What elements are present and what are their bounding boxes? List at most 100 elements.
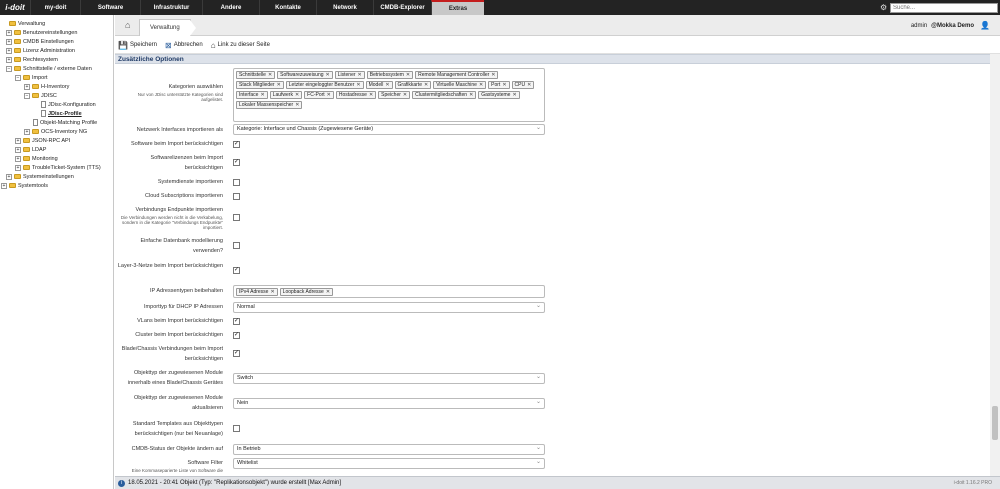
remove-tag-icon[interactable]: ✕ xyxy=(326,289,330,295)
expand-icon[interactable]: + xyxy=(6,47,12,54)
tree-item-import[interactable]: − Import xyxy=(15,73,48,82)
services-checkbox[interactable] xyxy=(233,179,240,186)
collapse-icon[interactable]: − xyxy=(15,74,21,81)
remove-tag-icon[interactable]: ✕ xyxy=(260,92,264,98)
idoit-logo[interactable]: i-doit xyxy=(0,0,30,15)
expand-icon[interactable]: + xyxy=(15,137,21,144)
nav-andere[interactable]: Andere xyxy=(202,0,259,15)
templates-checkbox[interactable] xyxy=(233,425,240,432)
home-icon[interactable]: ⌂ xyxy=(125,20,130,30)
expand-icon[interactable]: + xyxy=(6,29,12,36)
remove-tag-icon[interactable]: ✕ xyxy=(385,82,389,88)
ip-types-multiselect[interactable]: IPv4 Adresse ✕ Loopback Adresse ✕ xyxy=(233,285,545,298)
software-checkbox[interactable]: ✓ xyxy=(233,141,240,148)
user-icon[interactable]: 👤 xyxy=(980,21,990,30)
tree-item-tts[interactable]: + TroubleTicket-System (TTS) xyxy=(15,163,101,172)
endpoints-label: Verbindungs Endpunkte importieren Die Ver… xyxy=(120,207,223,230)
search-input[interactable] xyxy=(890,2,998,13)
remove-tag-icon[interactable]: ✕ xyxy=(326,72,330,78)
tag-chip: Loopback Adresse ✕ xyxy=(279,288,334,296)
scroll-thumb[interactable] xyxy=(992,406,998,440)
nav-software[interactable]: Software xyxy=(80,0,140,15)
remove-tag-icon[interactable]: ✕ xyxy=(527,82,531,88)
expand-icon[interactable]: + xyxy=(6,38,12,45)
tree-item-ocs-inventory[interactable]: + OCS-Inventory NG xyxy=(24,127,87,136)
cloud-label: Cloud Subscriptions importieren xyxy=(145,193,223,199)
remove-tag-icon[interactable]: ✕ xyxy=(358,72,362,78)
sw-filter-select[interactable]: Whitelist xyxy=(233,458,545,469)
expand-icon[interactable]: + xyxy=(6,56,12,63)
database-checkbox[interactable] xyxy=(233,242,240,249)
save-button[interactable]: 💾 Speichern xyxy=(118,41,157,50)
page-scrollbar[interactable] xyxy=(990,54,1000,476)
collapse-icon[interactable]: − xyxy=(24,92,30,99)
tree-item-jdisc-konfiguration[interactable]: JDisc-Konfiguration xyxy=(41,100,96,109)
licenses-label: Softwarelizenzen beim Import berücksicht… xyxy=(150,155,223,171)
dhcp-select[interactable]: Normal xyxy=(233,302,545,313)
cmdb-status-select[interactable]: In Betrieb xyxy=(233,444,545,455)
tree-item-objekt-matching[interactable]: Objekt-Matching Profile xyxy=(33,118,97,127)
expand-icon[interactable]: + xyxy=(15,155,21,162)
remove-tag-icon[interactable]: ✕ xyxy=(295,102,299,108)
nav-extras[interactable]: Extras xyxy=(431,0,484,15)
remove-tag-icon[interactable]: ✕ xyxy=(369,92,373,98)
endpoints-checkbox[interactable] xyxy=(233,214,240,221)
tree-item-verwaltung[interactable]: Verwaltung xyxy=(1,19,45,28)
remove-tag-icon[interactable]: ✕ xyxy=(270,289,274,295)
remove-tag-icon[interactable]: ✕ xyxy=(512,92,516,98)
blade-checkbox[interactable]: ✓ xyxy=(233,350,240,357)
tree-item-monitoring[interactable]: + Monitoring xyxy=(15,154,58,163)
remove-tag-icon[interactable]: ✕ xyxy=(295,92,299,98)
gear-icon[interactable]: ⚙ xyxy=(880,3,890,12)
tree-item-lizenz-administration[interactable]: + Lizenz Administration xyxy=(6,46,75,55)
expand-icon[interactable]: + xyxy=(15,146,21,153)
remove-tag-icon[interactable]: ✕ xyxy=(277,82,281,88)
expand-icon[interactable]: + xyxy=(24,83,30,90)
nav-cmdb-explorer[interactable]: CMDB-Explorer xyxy=(373,0,431,15)
expand-icon[interactable]: + xyxy=(6,173,12,180)
nav-infrastruktur[interactable]: Infrastruktur xyxy=(140,0,202,15)
remove-tag-icon[interactable]: ✕ xyxy=(403,92,407,98)
tree-item-benutzereinstellungen[interactable]: + Benutzereinstellungen xyxy=(6,28,77,37)
collapse-icon[interactable]: − xyxy=(6,65,12,72)
breadcrumb-current[interactable]: Verwaltung xyxy=(139,19,196,36)
tree-item-jdisc[interactable]: − JDISC xyxy=(24,91,57,100)
expand-icon[interactable]: + xyxy=(24,128,30,135)
page-link-button[interactable]: ⌂ Link zu dieser Seite xyxy=(211,41,270,50)
expand-icon[interactable]: + xyxy=(1,182,7,189)
sw-filter-label: Software Filter Eine Kommaseparierte List… xyxy=(131,460,223,473)
cluster-checkbox[interactable]: ✓ xyxy=(233,332,240,339)
remove-tag-icon[interactable]: ✕ xyxy=(479,82,483,88)
remove-tag-icon[interactable]: ✕ xyxy=(327,92,331,98)
tree-item-cmdb-einstellungen[interactable]: + CMDB Einstellungen xyxy=(6,37,74,46)
categories-multiselect[interactable]: Schnittstelle ✕ Softwarezuweisung ✕ Listener… xyxy=(233,68,545,122)
licenses-checkbox[interactable]: ✓ xyxy=(233,159,240,166)
tree-item-json-rpc-api[interactable]: + JSON-RPC API xyxy=(15,136,70,145)
remove-tag-icon[interactable]: ✕ xyxy=(268,72,272,78)
tag-chip: Interface ✕ xyxy=(236,91,268,99)
tree-item-jdisc-profile[interactable]: JDisc-Profile xyxy=(41,109,82,118)
tree-item-rechtesystem[interactable]: + Rechtesystem xyxy=(6,55,58,64)
remove-tag-icon[interactable]: ✕ xyxy=(424,82,428,88)
tree-item-ldap[interactable]: + LDAP xyxy=(15,145,46,154)
network-interfaces-select[interactable]: Kategorie: Interface und Chassis (Zugewi… xyxy=(233,124,545,135)
remove-tag-icon[interactable]: ✕ xyxy=(469,92,473,98)
nav-kontakte[interactable]: Kontakte xyxy=(259,0,316,15)
vlans-checkbox[interactable]: ✓ xyxy=(233,318,240,325)
nav-my-doit[interactable]: my-doit xyxy=(30,0,80,15)
remove-tag-icon[interactable]: ✕ xyxy=(491,72,495,78)
module-type-select[interactable]: Switch xyxy=(233,373,545,384)
module-update-select[interactable]: Nein xyxy=(233,398,545,409)
remove-tag-icon[interactable]: ✕ xyxy=(406,72,410,78)
tree-item-systemtools[interactable]: + Systemtools xyxy=(1,181,48,190)
cloud-checkbox[interactable] xyxy=(233,193,240,200)
tree-item-schnittstelle[interactable]: − Schnittstelle / externe Daten xyxy=(6,64,92,73)
nav-network[interactable]: Network xyxy=(316,0,373,15)
expand-icon[interactable]: + xyxy=(15,164,21,171)
cancel-button[interactable]: ⊠ Abbrechen xyxy=(165,41,203,50)
tree-item-systemeinstellungen[interactable]: + Systemeinstellungen xyxy=(6,172,74,181)
remove-tag-icon[interactable]: ✕ xyxy=(502,82,506,88)
tree-item-h-inventory[interactable]: + H-Inventory xyxy=(24,82,69,91)
layer3-checkbox[interactable]: ✓ xyxy=(233,267,240,274)
remove-tag-icon[interactable]: ✕ xyxy=(356,82,360,88)
